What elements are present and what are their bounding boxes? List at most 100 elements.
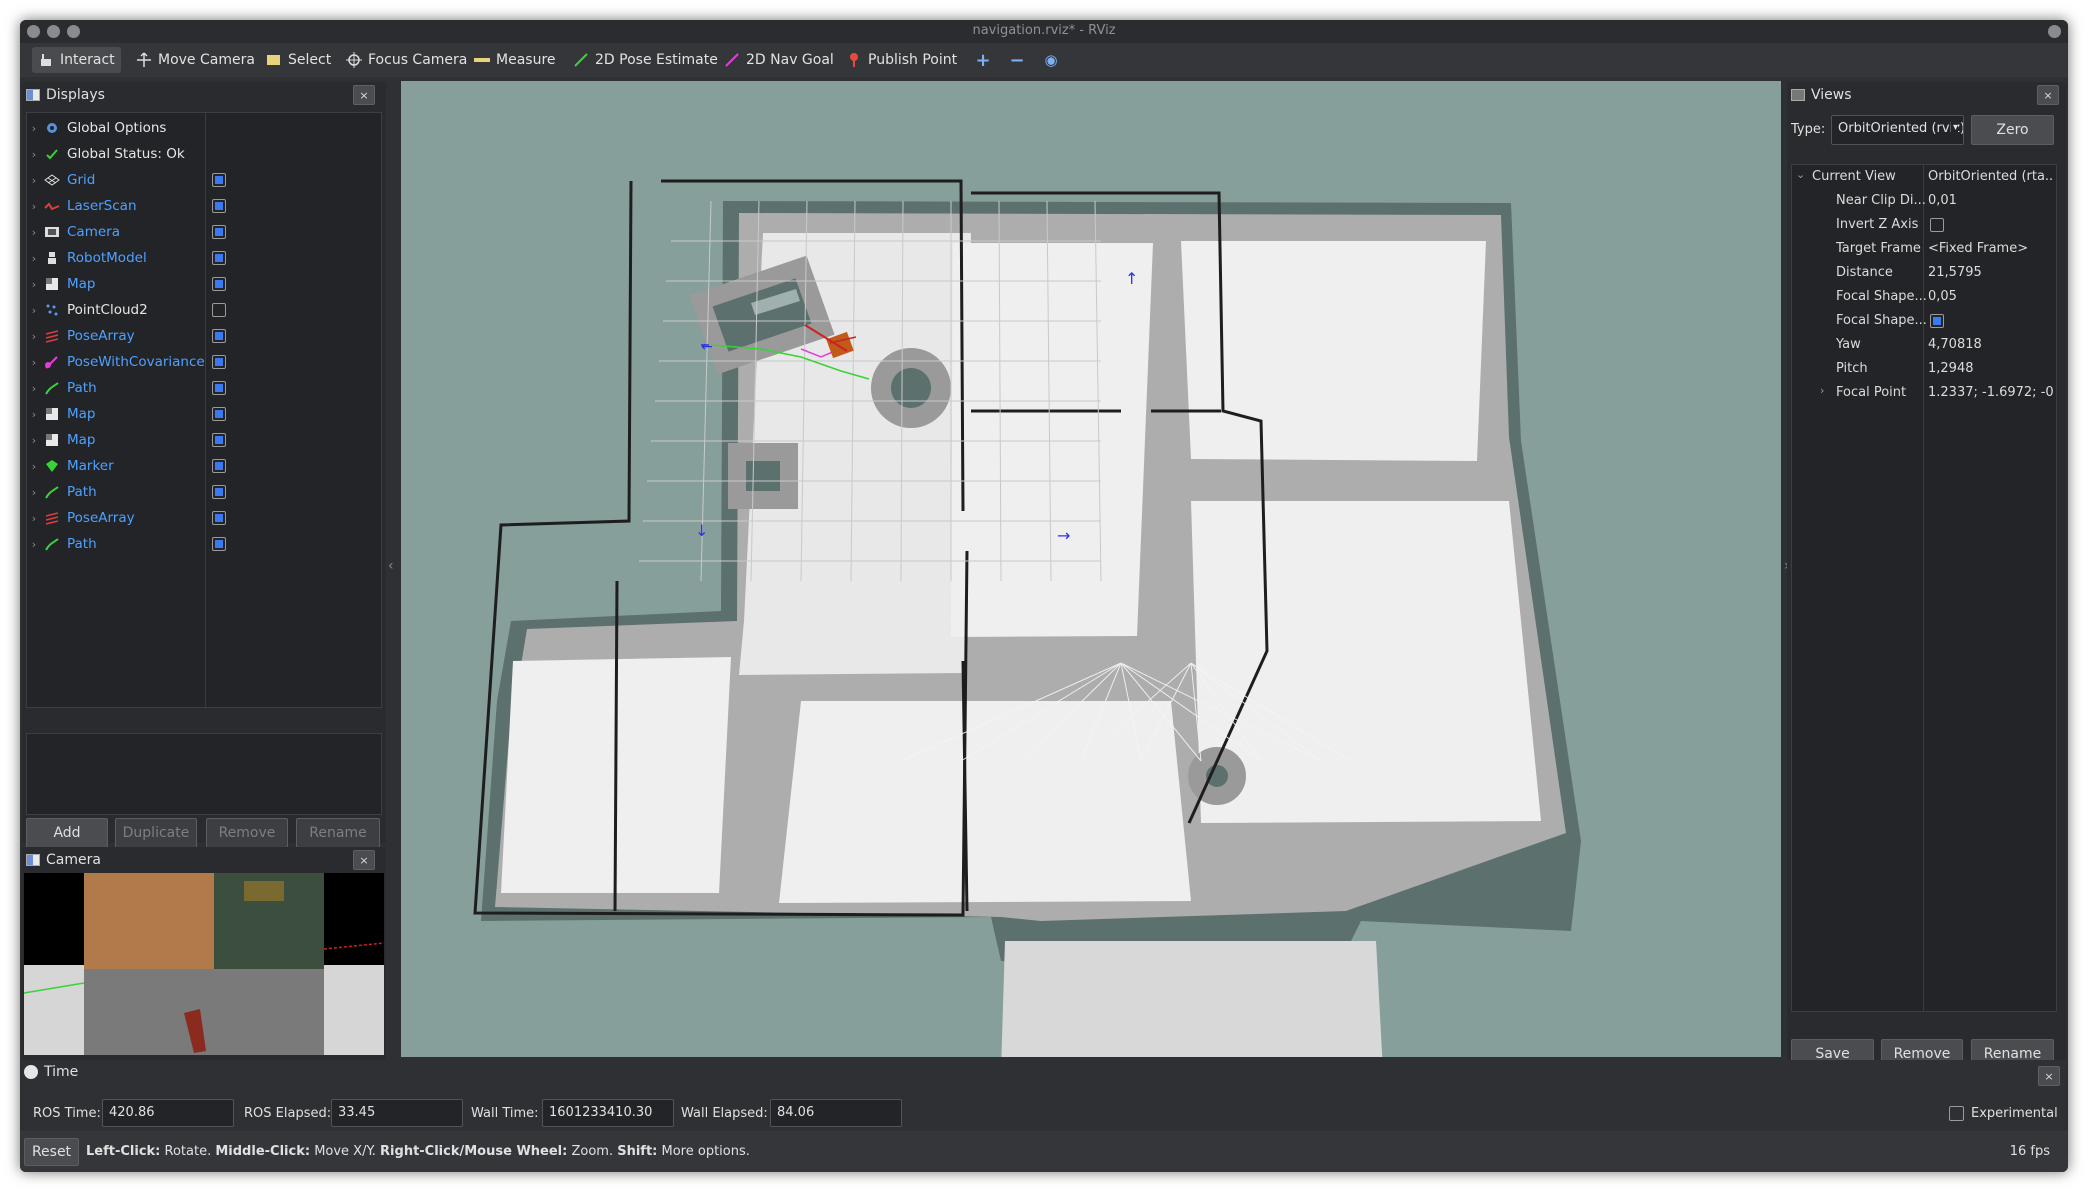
display-item-map[interactable]: › Map [27,271,381,297]
view-property-row[interactable]: › Focal Point 1.2337; -1.6972; -0.... [1792,381,2056,405]
invert-z-axis-checkbox[interactable] [1930,218,1944,232]
view-property-row[interactable]: Pitch 1,2948 [1792,357,2056,381]
display-item-posearray[interactable]: › PoseArray [27,505,381,531]
display-enabled-checkbox[interactable] [212,251,226,265]
display-item-path[interactable]: › Path [27,531,381,557]
tool-focus-camera[interactable]: Focus Camera [340,47,473,73]
ros-time-field[interactable]: 420.86 [102,1099,234,1127]
reset-button[interactable]: Reset [24,1138,79,1166]
remove-tool-minus-icon[interactable]: − [1007,50,1027,71]
chevron-right-icon[interactable]: › [27,304,41,317]
remove-display-button[interactable]: Remove [206,818,288,848]
view-property-value: 1,2948 [1928,361,1974,376]
chevron-right-icon[interactable]: › [27,330,41,343]
display-item-posewithcovariance[interactable]: › PoseWithCovariance [27,349,381,375]
view-property-value: 21,5795 [1928,265,1982,280]
eye-icon[interactable]: ◉ [1041,51,1061,69]
display-enabled-checkbox[interactable] [212,277,226,291]
display-item-posearray[interactable]: › PoseArray [27,323,381,349]
close-displays-button[interactable]: × [353,85,375,105]
close-time-button[interactable]: × [2038,1066,2060,1086]
view-property-row[interactable]: Target Frame <Fixed Frame> [1792,237,2056,261]
display-enabled-checkbox[interactable] [212,407,226,421]
chevron-right-icon[interactable]: › [27,512,41,525]
map-icon [43,276,61,292]
display-enabled-checkbox[interactable] [212,459,226,473]
display-item-map[interactable]: › Map [27,401,381,427]
chevron-right-icon[interactable]: › [27,486,41,499]
display-item-path[interactable]: › Path [27,479,381,505]
ros-elapsed-field[interactable]: 33.45 [331,1099,463,1127]
zero-button[interactable]: Zero [1971,115,2054,145]
display-item-laserscan[interactable]: › LaserScan [27,193,381,219]
display-enabled-checkbox[interactable] [212,485,226,499]
tool-measure[interactable]: Measure [468,47,562,73]
collapse-left-arrow-icon[interactable]: ‹ [388,558,394,574]
view-property-row[interactable]: Invert Z Axis [1792,213,2056,237]
chevron-right-icon[interactable]: › [27,148,41,161]
hand-icon [36,52,56,68]
chevron-right-icon[interactable]: › [27,278,41,291]
display-item-pointcloud2[interactable]: › PointCloud2 [27,297,381,323]
focal-shape-fixed-checkbox[interactable] [1930,314,1944,328]
wall-elapsed-field[interactable]: 84.06 [770,1099,902,1127]
add-tool-plus-icon[interactable]: + [973,50,993,71]
display-enabled-checkbox[interactable] [212,225,226,239]
display-enabled-checkbox[interactable] [212,355,226,369]
display-item-marker[interactable]: › Marker [27,453,381,479]
view-property-row[interactable]: Focal Shape... [1792,309,2056,333]
display-enabled-checkbox[interactable] [212,433,226,447]
view-property-row[interactable]: Yaw 4,70818 [1792,333,2056,357]
display-enabled-checkbox[interactable] [212,173,226,187]
chevron-right-icon[interactable]: › [27,356,41,369]
display-item-path[interactable]: › Path [27,375,381,401]
tool-2d-nav-goal[interactable]: 2D Nav Goal [718,47,840,73]
display-enabled-checkbox[interactable] [212,303,226,317]
tool-move-camera[interactable]: Move Camera [130,47,261,73]
chevron-right-icon[interactable]: › [27,538,41,551]
display-enabled-checkbox[interactable] [212,537,226,551]
view-property-row[interactable]: Distance 21,5795 [1792,261,2056,285]
current-view-row[interactable]: ⌄ Current View OrbitOriented (rta... [1792,165,2056,189]
chevron-right-icon[interactable]: › [27,434,41,447]
view-type-select[interactable]: OrbitOriented (rviz) ▾ [1831,115,1964,145]
display-item-map[interactable]: › Map [27,427,381,453]
chevron-right-icon[interactable]: › [27,174,41,187]
display-item-label: PoseWithCovariance [67,354,205,370]
display-item-camera[interactable]: › Camera [27,219,381,245]
rename-display-button[interactable]: Rename [296,818,380,848]
close-camera-button[interactable]: × [353,850,375,870]
view-property-row[interactable]: Focal Shape... 0,05 [1792,285,2056,309]
chevron-right-icon[interactable]: › [27,226,41,239]
display-enabled-checkbox[interactable] [212,511,226,525]
chevron-right-icon[interactable]: › [1820,384,1824,397]
add-display-button[interactable]: Add [26,818,108,848]
views-property-tree: ⌄ Current View OrbitOriented (rta... Nea… [1791,164,2057,1012]
duplicate-display-button[interactable]: Duplicate [115,818,197,848]
display-enabled-checkbox[interactable] [212,381,226,395]
display-enabled-checkbox[interactable] [212,199,226,213]
chevron-right-icon[interactable]: › [27,460,41,473]
experimental-checkbox[interactable] [1949,1106,1964,1121]
display-item-global-options[interactable]: › Global Options [27,115,381,141]
display-item-robotmodel[interactable]: › RobotModel [27,245,381,271]
display-item-global-status-ok[interactable]: › Global Status: Ok [27,141,381,167]
chevron-right-icon[interactable]: › [27,200,41,213]
wall-time-field[interactable]: 1601233410.30 [542,1099,674,1127]
chevron-right-icon[interactable]: › [27,252,41,265]
tool-interact[interactable]: Interact [32,47,121,73]
tool-select[interactable]: Select [260,47,337,73]
close-views-button[interactable]: × [2037,85,2059,105]
displays-tree: › Global Options › Global Status: Ok › Grid › L… [26,112,382,708]
chevron-right-icon[interactable]: › [27,122,41,135]
view-property-row[interactable]: Near Clip Di... 0,01 [1792,189,2056,213]
chevron-right-icon[interactable]: › [27,408,41,421]
display-item-grid[interactable]: › Grid [27,167,381,193]
tool-publish-point[interactable]: Publish Point [840,47,963,73]
3d-render-viewport[interactable]: ↑ ↓ → ← [401,81,1781,1057]
display-enabled-checkbox[interactable] [212,329,226,343]
tool-2d-pose-estimate[interactable]: 2D Pose Estimate [567,47,724,73]
chevron-right-icon[interactable]: › [27,382,41,395]
status-hint: Left-Click: Rotate. Middle-Click: Move X… [86,1144,750,1159]
window-menu-button[interactable] [2048,25,2061,38]
